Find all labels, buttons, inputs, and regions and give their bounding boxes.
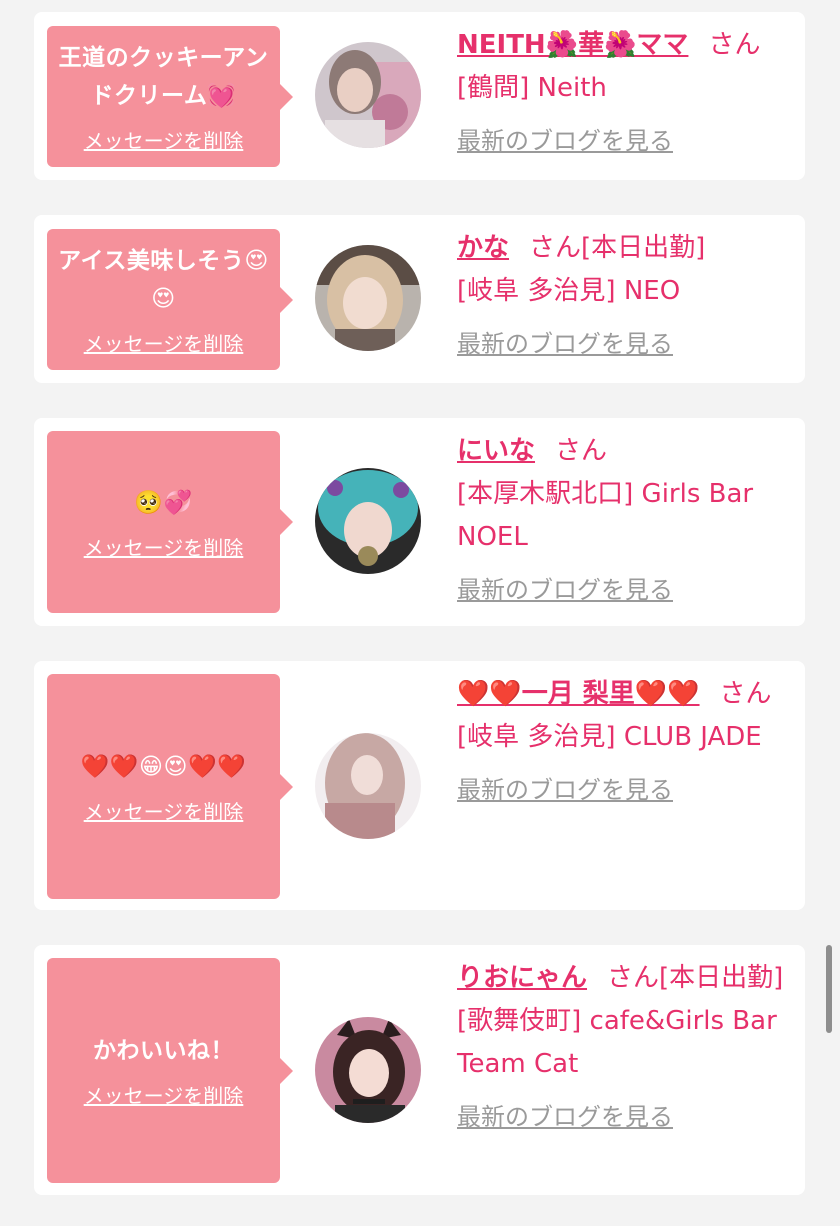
avatar[interactable] — [315, 733, 421, 839]
delete-message-link[interactable]: メッセージを削除 — [84, 532, 244, 561]
delete-message-link[interactable]: メッセージを削除 — [84, 125, 244, 154]
shop-label: [鶴間] Neith — [457, 73, 607, 103]
avatar[interactable] — [315, 1017, 421, 1123]
honorific-label: さん — [719, 679, 772, 709]
message-text: 王道のクッキーアンドクリーム💓 — [58, 45, 269, 109]
cast-name-link[interactable]: かな — [457, 233, 509, 263]
avatar[interactable] — [315, 42, 421, 148]
delete-message-link[interactable]: メッセージを削除 — [84, 1080, 244, 1109]
shop-label: [歌舞伎町] cafe&Girls Bar Team Cat — [457, 1006, 777, 1079]
message-text: かわいいね！ — [93, 1038, 234, 1064]
message-bubble: アイス美味しそう😍😍 メッセージを削除 — [47, 229, 293, 370]
avatar[interactable] — [315, 245, 421, 351]
message-bubble: ❤️❤️😁😍❤️❤️ メッセージを削除 — [47, 674, 293, 899]
scrollbar[interactable] — [826, 945, 832, 1033]
shop-label: [本厚木駅北口] Girls Bar NOEL — [457, 479, 754, 552]
message-bubble: 🥺💞 メッセージを削除 — [47, 431, 293, 613]
cast-info: ❤️❤️一月 梨里❤️❤️ さん [岐阜 多治見] CLUB JADE 最新のブロ… — [457, 673, 787, 812]
latest-blog-link[interactable]: 最新のブログを見る — [457, 120, 673, 163]
cast-info: かな さん[本日出勤] [岐阜 多治見] NEO 最新のブログを見る — [457, 227, 787, 366]
message-bubble: かわいいね！ メッセージを削除 — [47, 958, 293, 1183]
shop-label: [岐阜 多治見] CLUB JADE — [457, 722, 762, 752]
honorific-label: さん[本日出勤] — [607, 963, 784, 993]
cast-info: NEITH🌺華🌺ママ さん [鶴間] Neith 最新のブログを見る — [457, 24, 787, 163]
message-text: ❤️❤️😁😍❤️❤️ — [80, 754, 247, 780]
message-text: 🥺💞 — [134, 489, 193, 516]
message-bubble: 王道のクッキーアンドクリーム💓 メッセージを削除 — [47, 26, 293, 167]
delete-message-link[interactable]: メッセージを削除 — [84, 328, 244, 357]
message-card: 🥺💞 メッセージを削除 にいな さん [本厚木駅北口] Girls Bar NOE… — [34, 418, 805, 626]
cast-name-link[interactable]: りおにゃん — [457, 963, 587, 993]
latest-blog-link[interactable]: 最新のブログを見る — [457, 569, 673, 612]
cast-name-link[interactable]: ❤️❤️一月 梨里❤️❤️ — [457, 679, 700, 709]
cast-name-link[interactable]: NEITH🌺華🌺ママ — [457, 30, 688, 60]
cast-info: りおにゃん さん[本日出勤] [歌舞伎町] cafe&Girls Bar Team… — [457, 957, 787, 1139]
honorific-label: さん[本日出勤] — [529, 233, 706, 263]
message-card: 王道のクッキーアンドクリーム💓 メッセージを削除 NEITH🌺華🌺ママ さん [鶴… — [34, 12, 805, 180]
delete-message-link[interactable]: メッセージを削除 — [84, 796, 244, 825]
cast-name-link[interactable]: にいな — [457, 436, 535, 466]
message-text: アイス美味しそう😍😍 — [58, 248, 269, 312]
latest-blog-link[interactable]: 最新のブログを見る — [457, 1096, 673, 1139]
honorific-label: さん — [555, 436, 608, 466]
latest-blog-link[interactable]: 最新のブログを見る — [457, 323, 673, 366]
message-card: かわいいね！ メッセージを削除 りおにゃん さん[本日出勤] [歌舞伎町] caf… — [34, 945, 805, 1195]
avatar[interactable] — [315, 468, 421, 574]
honorific-label: さん — [708, 30, 761, 60]
latest-blog-link[interactable]: 最新のブログを見る — [457, 769, 673, 812]
cast-info: にいな さん [本厚木駅北口] Girls Bar NOEL 最新のブログを見る — [457, 430, 787, 612]
message-card: ❤️❤️😁😍❤️❤️ メッセージを削除 ❤️❤️一月 梨里❤️❤️ さん [岐阜 … — [34, 661, 805, 910]
message-card: アイス美味しそう😍😍 メッセージを削除 かな さん[本日出勤] [岐阜 多治見] … — [34, 215, 805, 383]
shop-label: [岐阜 多治見] NEO — [457, 276, 681, 306]
